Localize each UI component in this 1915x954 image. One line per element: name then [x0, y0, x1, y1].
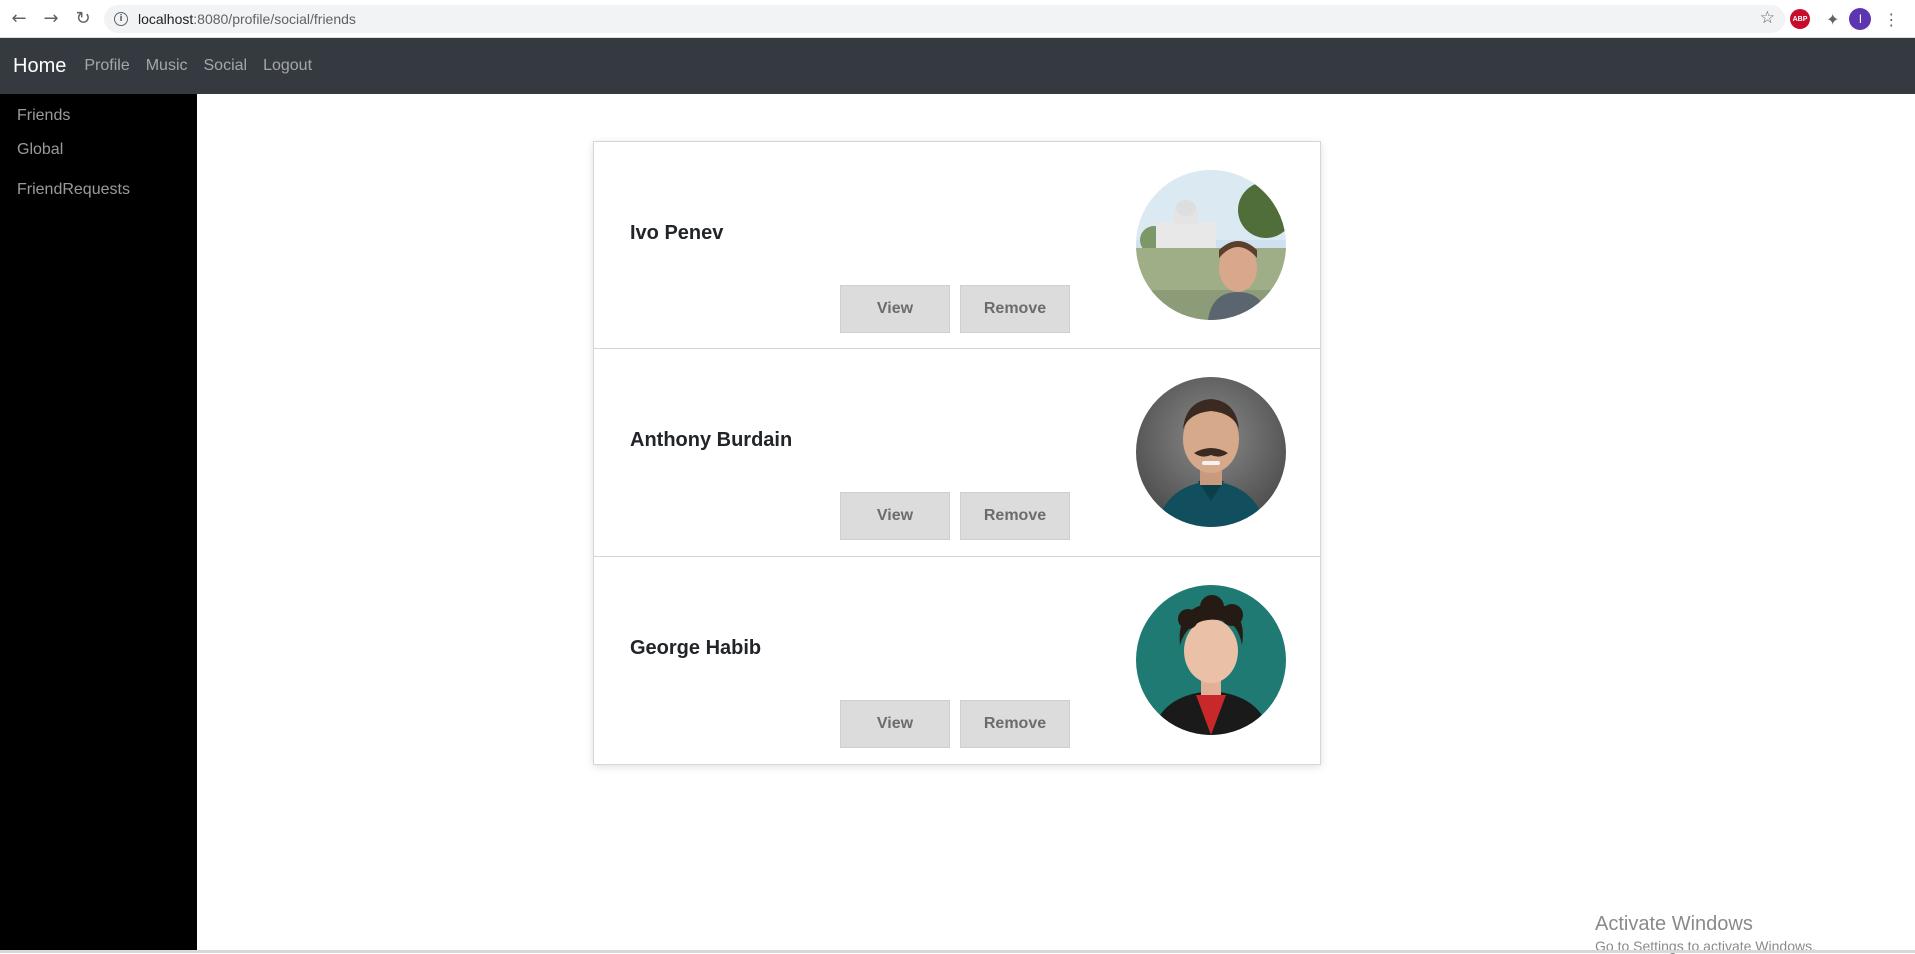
top-navbar: Home Profile Music Social Logout: [0, 38, 1915, 94]
view-friend-button[interactable]: View: [840, 285, 950, 333]
friend-name: Anthony Burdain: [630, 429, 793, 451]
browser-menu-icon[interactable]: ⋮: [1883, 10, 1899, 29]
sidebar-item-global[interactable]: Global: [0, 130, 197, 170]
main-content: Ivo Penev View Remove Anthony Burdain Vi…: [197, 94, 1915, 950]
nav-home-brand[interactable]: Home: [13, 55, 66, 78]
nav-link-social[interactable]: Social: [196, 57, 256, 75]
bookmark-star-icon[interactable]: ☆: [1760, 8, 1775, 28]
friend-card: Anthony Burdain View Remove: [593, 349, 1321, 557]
url-path: :8080/profile/social/friends: [193, 11, 356, 27]
remove-friend-button[interactable]: Remove: [960, 700, 1070, 748]
view-friend-button[interactable]: View: [840, 492, 950, 540]
friend-card: George Habib View Remove: [593, 557, 1321, 765]
friends-list: Ivo Penev View Remove Anthony Burdain Vi…: [593, 141, 1321, 765]
remove-friend-button[interactable]: Remove: [960, 492, 1070, 540]
sidebar: Friends Global FriendRequests: [0, 94, 197, 950]
site-info-icon[interactable]: i: [114, 12, 128, 26]
nav-link-music[interactable]: Music: [138, 57, 196, 75]
sidebar-item-friend-requests[interactable]: FriendRequests: [0, 170, 197, 210]
address-bar[interactable]: i localhost:8080/profile/social/friends …: [104, 5, 1785, 33]
remove-friend-button[interactable]: Remove: [960, 285, 1070, 333]
reload-icon[interactable]: ↻: [67, 3, 99, 35]
sidebar-item-friends[interactable]: Friends: [0, 102, 197, 130]
nav-link-profile[interactable]: Profile: [76, 57, 137, 75]
friend-avatar: [1136, 170, 1286, 320]
friend-name: George Habib: [630, 637, 762, 659]
view-friend-button[interactable]: View: [840, 700, 950, 748]
activate-windows-watermark: Activate Windows Go to Settings to activ…: [1595, 913, 1816, 954]
forward-arrow-icon[interactable]: →: [35, 3, 67, 35]
url-host: localhost: [138, 11, 194, 27]
friend-name: Ivo Penev: [630, 222, 724, 244]
browser-toolbar: ← → ↻ i localhost:8080/profile/social/fr…: [0, 0, 1915, 38]
back-arrow-icon[interactable]: ←: [3, 3, 35, 35]
browser-profile-avatar[interactable]: I: [1849, 8, 1872, 30]
friend-avatar: [1136, 585, 1286, 735]
extensions-area: ABP ✦ I ⋮: [1786, 5, 1899, 33]
nav-link-logout[interactable]: Logout: [255, 57, 320, 75]
friend-card: Ivo Penev View Remove: [593, 141, 1321, 349]
friend-avatar: [1136, 377, 1286, 527]
extensions-puzzle-icon[interactable]: ✦: [1826, 10, 1839, 29]
adblock-plus-icon[interactable]: ABP: [1790, 9, 1810, 29]
watermark-title: Activate Windows: [1595, 913, 1753, 935]
